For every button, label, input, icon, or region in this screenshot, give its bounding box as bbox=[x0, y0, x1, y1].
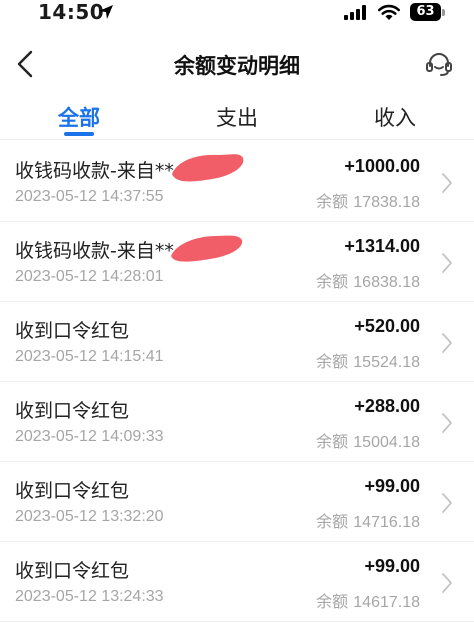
transaction-row[interactable]: 收到口令红包 2023-05-12 13:24:33 +99.00 余额 146… bbox=[0, 542, 474, 622]
status-bar: 14:50 63 bbox=[0, 0, 474, 26]
nav-bar: 余额变动明细 bbox=[0, 38, 474, 90]
transaction-row[interactable]: 收到口令红包 2023-05-12 14:09:33 +288.00 余额 15… bbox=[0, 382, 474, 462]
balance-value: 15004.18 bbox=[353, 434, 420, 451]
transaction-row[interactable]: 收到口令红包 2023-05-12 14:15:41 +520.00 余额 15… bbox=[0, 302, 474, 382]
active-tab-indicator bbox=[64, 132, 94, 136]
transaction-amount: +520.00 bbox=[354, 316, 420, 336]
location-arrow-icon bbox=[99, 5, 113, 19]
tab-expense[interactable]: 支出 bbox=[216, 102, 258, 132]
battery-tip bbox=[442, 9, 445, 16]
transaction-amount: +1000.00 bbox=[344, 156, 420, 176]
chevron-right-icon bbox=[442, 253, 452, 273]
transaction-amount: +288.00 bbox=[354, 396, 420, 416]
balance-label: 余额 bbox=[316, 432, 349, 451]
transaction-balance: 余额 17838.18 bbox=[316, 188, 420, 212]
transaction-title: 收到口令红包 bbox=[15, 320, 130, 342]
transaction-time: 2023-05-12 14:09:33 bbox=[15, 428, 164, 445]
tab-income[interactable]: 收入 bbox=[374, 102, 416, 132]
chevron-right-icon bbox=[442, 333, 452, 353]
transaction-title: 收到口令红包 bbox=[15, 480, 130, 502]
page-title: 余额变动明细 bbox=[174, 54, 300, 78]
transaction-row[interactable]: 收钱码收款-来自** 2023-05-12 14:37:55 +1000.00 … bbox=[0, 142, 474, 222]
chevron-right-icon bbox=[442, 173, 452, 193]
balance-value: 16838.18 bbox=[353, 274, 420, 291]
transaction-row[interactable]: 收钱码收款-来自** 2023-05-12 14:28:01 +1314.00 … bbox=[0, 222, 474, 302]
transaction-title: 收到口令红包 bbox=[15, 560, 130, 582]
balance-label: 余额 bbox=[316, 592, 349, 611]
transaction-title: 收到口令红包 bbox=[15, 400, 130, 422]
transaction-balance: 余额 16838.18 bbox=[316, 268, 420, 292]
chevron-right-icon bbox=[442, 413, 452, 433]
transaction-time: 2023-05-12 14:37:55 bbox=[15, 188, 164, 205]
balance-label: 余额 bbox=[316, 512, 349, 531]
transaction-row[interactable]: 收到口令红包 2023-05-12 13:32:20 +99.00 余额 147… bbox=[0, 462, 474, 542]
balance-label: 余额 bbox=[316, 192, 349, 211]
wifi-icon bbox=[378, 4, 400, 20]
transaction-list: 收钱码收款-来自** 2023-05-12 14:37:55 +1000.00 … bbox=[0, 142, 474, 622]
transaction-title: 收钱码收款-来自** bbox=[15, 240, 174, 262]
customer-service-icon[interactable] bbox=[424, 50, 454, 78]
transaction-balance: 余额 14716.18 bbox=[316, 508, 420, 532]
balance-label: 余额 bbox=[316, 272, 349, 291]
chevron-right-icon bbox=[442, 493, 452, 513]
balance-label: 余额 bbox=[316, 352, 349, 371]
transaction-time: 2023-05-12 14:28:01 bbox=[15, 268, 164, 285]
transaction-time: 2023-05-12 14:15:41 bbox=[15, 348, 164, 365]
transaction-amount: +99.00 bbox=[364, 476, 420, 496]
transaction-balance: 余额 14617.18 bbox=[316, 588, 420, 612]
transaction-time: 2023-05-12 13:32:20 bbox=[15, 508, 164, 525]
filter-tabs: 全部 支出 收入 bbox=[0, 96, 474, 140]
transaction-amount: +99.00 bbox=[364, 556, 420, 576]
redaction-mark bbox=[171, 235, 243, 262]
balance-value: 15524.18 bbox=[353, 354, 420, 371]
tab-all[interactable]: 全部 bbox=[58, 102, 100, 132]
battery-indicator: 63 bbox=[410, 3, 441, 21]
chevron-right-icon bbox=[442, 573, 452, 593]
cellular-signal-icon bbox=[344, 5, 366, 20]
transaction-balance: 余额 15524.18 bbox=[316, 348, 420, 372]
balance-value: 14617.18 bbox=[353, 594, 420, 611]
transaction-amount: +1314.00 bbox=[344, 236, 420, 256]
redaction-mark bbox=[172, 154, 244, 182]
balance-value: 17838.18 bbox=[353, 194, 420, 211]
transaction-title: 收钱码收款-来自** bbox=[15, 160, 174, 182]
transaction-time: 2023-05-12 13:24:33 bbox=[15, 588, 164, 605]
balance-value: 14716.18 bbox=[353, 514, 420, 531]
status-time: 14:50 bbox=[38, 0, 105, 24]
transaction-balance: 余额 15004.18 bbox=[316, 428, 420, 452]
